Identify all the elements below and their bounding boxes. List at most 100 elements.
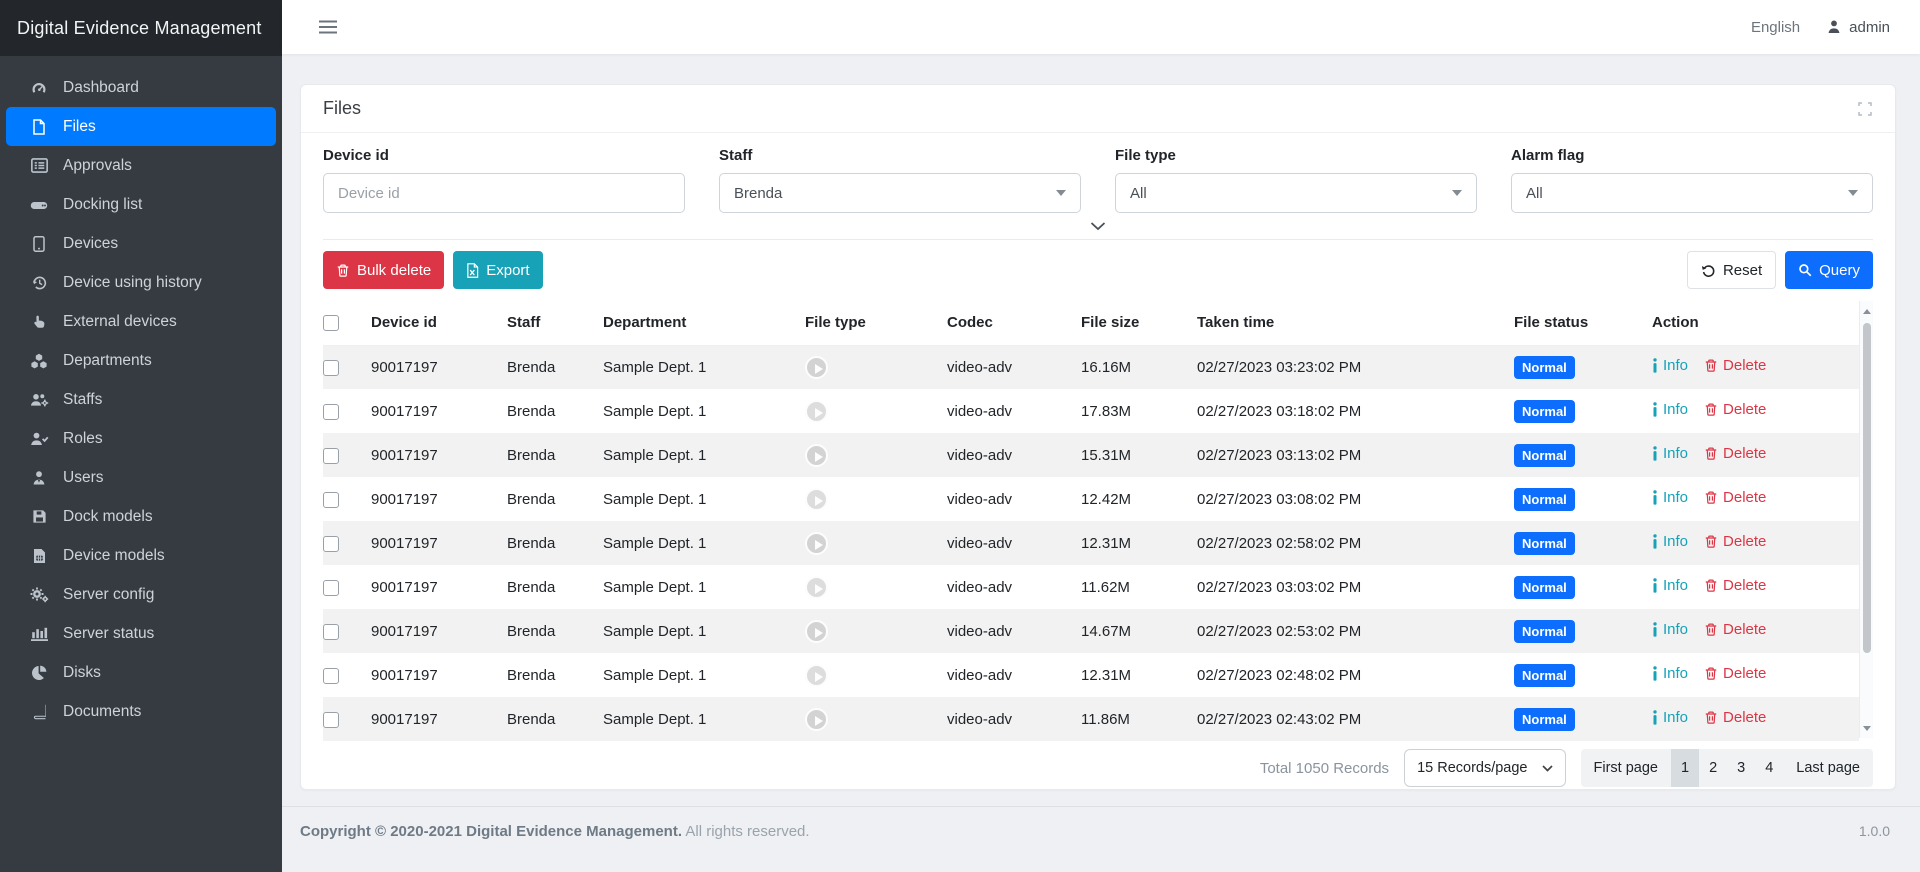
- info-link[interactable]: Info: [1652, 533, 1688, 550]
- sidebar-item-dashboard[interactable]: Dashboard: [0, 68, 282, 107]
- page-button-1[interactable]: 1: [1671, 749, 1699, 787]
- page-button-4[interactable]: 4: [1755, 749, 1783, 787]
- info-link[interactable]: Info: [1652, 577, 1688, 594]
- staff-cell: Brenda: [507, 521, 603, 565]
- dashboard-icon: [28, 80, 50, 96]
- play-icon: [805, 356, 828, 379]
- sidebar-item-users[interactable]: Users: [0, 458, 282, 497]
- sidebar-item-device-models[interactable]: Device models: [0, 536, 282, 575]
- info-link[interactable]: Info: [1652, 665, 1688, 682]
- collapse-filters-toggle[interactable]: [323, 213, 1873, 239]
- last-page-button[interactable]: Last page: [1783, 749, 1873, 787]
- sidebar-item-docking-list[interactable]: Docking list: [0, 185, 282, 224]
- files-table-wrap: Device id Staff Department File type Cod…: [323, 301, 1873, 741]
- row-checkbox[interactable]: [323, 580, 339, 596]
- row-checkbox[interactable]: [323, 624, 339, 640]
- device-id-cell: 90017197: [371, 389, 507, 433]
- sidebar-item-departments[interactable]: Departments: [0, 341, 282, 380]
- bulk-delete-button[interactable]: Bulk delete: [323, 251, 444, 289]
- delete-link[interactable]: Delete: [1704, 577, 1766, 594]
- fullscreen-icon[interactable]: [1857, 101, 1873, 117]
- filter-alarm-flag: Alarm flag All: [1511, 147, 1873, 213]
- file-type-label: File type: [1115, 147, 1477, 164]
- row-checkbox[interactable]: [323, 492, 339, 508]
- row-checkbox[interactable]: [323, 360, 339, 376]
- col-file-size: File size: [1081, 301, 1197, 345]
- file-type-select[interactable]: All: [1115, 173, 1477, 213]
- alarm-flag-select[interactable]: All: [1511, 173, 1873, 213]
- row-checkbox[interactable]: [323, 448, 339, 464]
- page-button-2[interactable]: 2: [1699, 749, 1727, 787]
- delete-link[interactable]: Delete: [1704, 489, 1766, 506]
- info-link[interactable]: Info: [1652, 489, 1688, 506]
- sidebar-item-label: Server status: [63, 625, 154, 643]
- sidebar-item-disks[interactable]: Disks: [0, 653, 282, 692]
- row-checkbox[interactable]: [323, 712, 339, 728]
- reset-button[interactable]: Reset: [1687, 251, 1776, 289]
- file-size-cell: 15.31M: [1081, 433, 1197, 477]
- table-scrollbar[interactable]: [1859, 301, 1873, 738]
- sidebar-item-approvals[interactable]: Approvals: [0, 146, 282, 185]
- file-size-cell: 17.83M: [1081, 389, 1197, 433]
- sidebar-item-device-using-history[interactable]: Device using history: [0, 263, 282, 302]
- staff-cell: Brenda: [507, 565, 603, 609]
- select-all-checkbox[interactable]: [323, 315, 339, 331]
- sidebar-item-staffs[interactable]: Staffs: [0, 380, 282, 419]
- page-button-3[interactable]: 3: [1727, 749, 1755, 787]
- delete-link[interactable]: Delete: [1704, 533, 1766, 550]
- scroll-up-icon[interactable]: [1860, 303, 1873, 319]
- info-link[interactable]: Info: [1652, 445, 1688, 462]
- sidebar-item-label: Documents: [63, 703, 141, 721]
- export-button[interactable]: Export: [453, 251, 542, 289]
- department-cell: Sample Dept. 1: [603, 521, 805, 565]
- staff-cell: Brenda: [507, 477, 603, 521]
- row-checkbox[interactable]: [323, 536, 339, 552]
- topbar: English admin: [282, 0, 1920, 54]
- status-badge: Normal: [1514, 444, 1575, 467]
- row-checkbox[interactable]: [323, 668, 339, 684]
- sidebar-item-external-devices[interactable]: External devices: [0, 302, 282, 341]
- col-taken-time: Taken time: [1197, 301, 1514, 345]
- user-check-icon: [28, 431, 50, 447]
- status-badge: Normal: [1514, 400, 1575, 423]
- delete-link[interactable]: Delete: [1704, 445, 1766, 462]
- delete-link[interactable]: Delete: [1704, 401, 1766, 418]
- staff-select[interactable]: Brenda: [719, 173, 1081, 213]
- taken-time-cell: 02/27/2023 02:53:02 PM: [1197, 609, 1514, 653]
- scroll-down-icon[interactable]: [1860, 720, 1873, 736]
- delete-link[interactable]: Delete: [1704, 709, 1766, 726]
- play-icon: [805, 532, 828, 555]
- user-menu[interactable]: admin: [1826, 19, 1890, 36]
- hamburger-icon[interactable]: [318, 19, 338, 35]
- docking-icon: [28, 197, 50, 212]
- device-id-cell: 90017197: [371, 565, 507, 609]
- version-text: 1.0.0: [1859, 823, 1890, 839]
- main-area: English admin Files Device id: [282, 0, 1920, 872]
- sidebar-item-label: Roles: [63, 430, 103, 448]
- sidebar-item-dock-models[interactable]: Dock models: [0, 497, 282, 536]
- info-link[interactable]: Info: [1652, 357, 1688, 374]
- device-id-input[interactable]: [338, 185, 670, 202]
- sidebar-item-roles[interactable]: Roles: [0, 419, 282, 458]
- sidebar-item-devices[interactable]: Devices: [0, 224, 282, 263]
- page-size-select[interactable]: 15 Records/page: [1404, 749, 1565, 787]
- info-link[interactable]: Info: [1652, 401, 1688, 418]
- language-switcher[interactable]: English: [1751, 19, 1800, 36]
- sidebar-item-server-status[interactable]: Server status: [0, 614, 282, 653]
- scrollbar-thumb[interactable]: [1863, 323, 1871, 653]
- delete-link[interactable]: Delete: [1704, 665, 1766, 682]
- play-icon: [805, 576, 828, 599]
- table-row: 90017197BrendaSample Dept. 1video-adv11.…: [323, 565, 1859, 609]
- delete-link[interactable]: Delete: [1704, 357, 1766, 374]
- codec-cell: video-adv: [947, 565, 1081, 609]
- row-checkbox[interactable]: [323, 404, 339, 420]
- device-id-cell: 90017197: [371, 697, 507, 741]
- query-button[interactable]: Query: [1785, 251, 1873, 289]
- delete-link[interactable]: Delete: [1704, 621, 1766, 638]
- sidebar-item-files[interactable]: Files: [6, 107, 276, 146]
- sidebar-item-server-config[interactable]: Server config: [0, 575, 282, 614]
- first-page-button[interactable]: First page: [1581, 749, 1671, 787]
- sidebar-item-documents[interactable]: Documents: [0, 692, 282, 731]
- info-link[interactable]: Info: [1652, 709, 1688, 726]
- info-link[interactable]: Info: [1652, 621, 1688, 638]
